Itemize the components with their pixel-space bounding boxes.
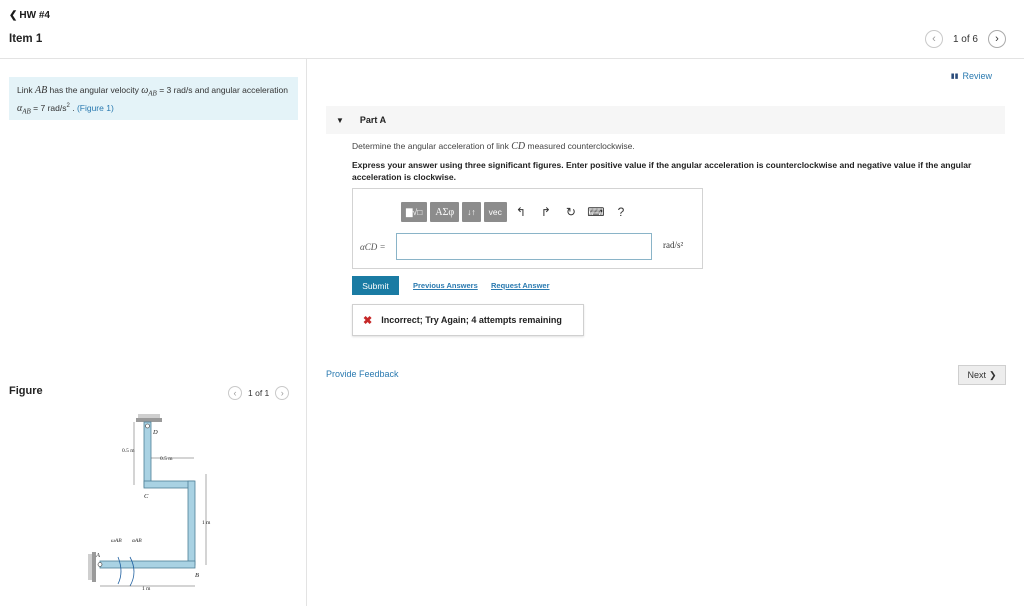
- caret-down-icon: ▼: [336, 115, 344, 125]
- item-pager-text: 1 of 6: [952, 33, 978, 45]
- error-x-icon: ✖: [363, 314, 373, 327]
- problem-text: and angular acceleration: [192, 85, 288, 95]
- templates-button[interactable]: ▇√□: [401, 202, 428, 222]
- problem-statement: Link AB has the angular velocity ωAB = 3…: [9, 77, 298, 120]
- alpha-ab-label: αAB: [132, 538, 142, 544]
- alpha-subscript: AB: [22, 107, 31, 116]
- pin-d: [145, 423, 150, 429]
- redo-icon[interactable]: ↱: [535, 202, 557, 222]
- omega-value: = 3 rad/s: [156, 85, 193, 95]
- label-c: C: [144, 493, 149, 500]
- problem-text: .: [69, 103, 77, 114]
- undo-icon[interactable]: ↰: [510, 202, 532, 222]
- dim-05-horizontal: 0.5 m: [160, 456, 173, 462]
- submit-button[interactable]: Submit: [352, 276, 399, 295]
- link-cb-top: [143, 480, 195, 489]
- figure-pager: ‹ 1 of 1 ›: [228, 386, 290, 400]
- book-icon: ▮▮: [950, 73, 959, 80]
- question-link-name: CD: [511, 141, 526, 152]
- mechanism-figure: D C B A ωAB αAB 0.5 m 0.5 m 1 m 1 m: [88, 414, 211, 592]
- question-suffix: measured counterclockwise.: [525, 141, 635, 151]
- question-prefix: Determine the angular acceleration of li…: [352, 141, 512, 151]
- next-label: Next: [967, 370, 986, 380]
- prev-figure-button[interactable]: ‹: [228, 386, 242, 400]
- item-pager: ‹ 1 of 6 ›: [924, 30, 1006, 48]
- help-icon[interactable]: ?: [610, 202, 632, 222]
- label-b: B: [195, 572, 199, 579]
- answer-instruction: Express your answer using three signific…: [352, 160, 972, 182]
- vector-button[interactable]: vec: [483, 202, 507, 222]
- omega-ab-label: ωAB: [111, 538, 122, 544]
- back-to-assignment-link[interactable]: ❮ HW #4: [9, 10, 50, 21]
- chevron-left-icon: ❮: [9, 10, 18, 21]
- wall-hatch: [88, 554, 92, 580]
- previous-answers-link[interactable]: Previous Answers: [413, 281, 478, 290]
- next-figure-button[interactable]: ›: [275, 386, 290, 400]
- omega-subscript: AB: [148, 89, 157, 98]
- pin-a: [97, 562, 103, 567]
- keyboard-icon[interactable]: ⌨: [585, 202, 607, 222]
- sort-arrows-button[interactable]: ↓↑: [462, 202, 481, 222]
- link-ab: [99, 560, 196, 569]
- next-button[interactable]: Next ❯: [958, 365, 1006, 385]
- panel-divider: [306, 58, 307, 606]
- problem-text: Link: [17, 85, 35, 95]
- dim-05-vertical: 0.5 m: [122, 448, 135, 454]
- dim-1-vertical: 1 m: [202, 520, 211, 526]
- greek-symbols-button[interactable]: ΑΣφ: [430, 202, 460, 222]
- chevron-left-icon: ‹: [233, 388, 237, 398]
- review-link[interactable]: ▮▮ Review: [951, 71, 992, 81]
- reset-icon[interactable]: ↻: [560, 202, 582, 222]
- ceiling-support: [136, 418, 162, 422]
- answer-label: αCD =: [360, 242, 386, 252]
- question-text: Determine the angular acceleration of li…: [352, 141, 635, 152]
- incorrect-feedback: ✖ Incorrect; Try Again; 4 attempts remai…: [352, 304, 584, 336]
- part-title: Part A: [359, 115, 387, 125]
- alpha-value: = 7 rad/s: [30, 103, 67, 114]
- figure-link[interactable]: (Figure 1): [77, 103, 114, 113]
- figure-label: Figure: [9, 385, 43, 397]
- prev-item-button[interactable]: ‹: [924, 30, 943, 48]
- label-a: A: [95, 552, 100, 559]
- problem-link-name: AB: [34, 85, 48, 96]
- chevron-left-icon: ‹: [932, 33, 936, 45]
- chevron-right-icon: ❯: [988, 369, 997, 380]
- problem-text: has the angular velocity: [47, 85, 142, 95]
- next-item-button[interactable]: ›: [988, 30, 1006, 48]
- item-title: Item 1: [9, 33, 43, 45]
- figure-pager-text: 1 of 1: [248, 388, 270, 398]
- request-answer-link[interactable]: Request Answer: [491, 281, 550, 290]
- math-toolbar: ▇√□ ΑΣφ ↓↑ vec ↰ ↱ ↻ ⌨ ?: [401, 202, 632, 222]
- header-divider: [0, 58, 1024, 59]
- review-label: Review: [962, 71, 992, 81]
- part-a-header[interactable]: ▼ Part A: [326, 106, 1005, 134]
- chevron-right-icon: ›: [280, 388, 284, 398]
- label-d: D: [152, 429, 158, 436]
- assignment-name: HW #4: [19, 10, 50, 21]
- dim-1-horizontal: 1 m: [142, 586, 151, 592]
- link-cd: [143, 421, 152, 488]
- ceiling-hatch: [138, 414, 160, 418]
- feedback-text: Incorrect; Try Again; 4 attempts remaini…: [381, 315, 562, 325]
- answer-panel: ▇√□ ΑΣφ ↓↑ vec ↰ ↱ ↻ ⌨ ? αCD = rad/s²: [352, 188, 703, 269]
- provide-feedback-link[interactable]: Provide Feedback: [326, 369, 399, 379]
- answer-input[interactable]: [396, 233, 652, 260]
- answer-unit: rad/s²: [663, 240, 684, 250]
- chevron-right-icon: ›: [995, 33, 999, 45]
- link-cb-vertical: [187, 480, 196, 566]
